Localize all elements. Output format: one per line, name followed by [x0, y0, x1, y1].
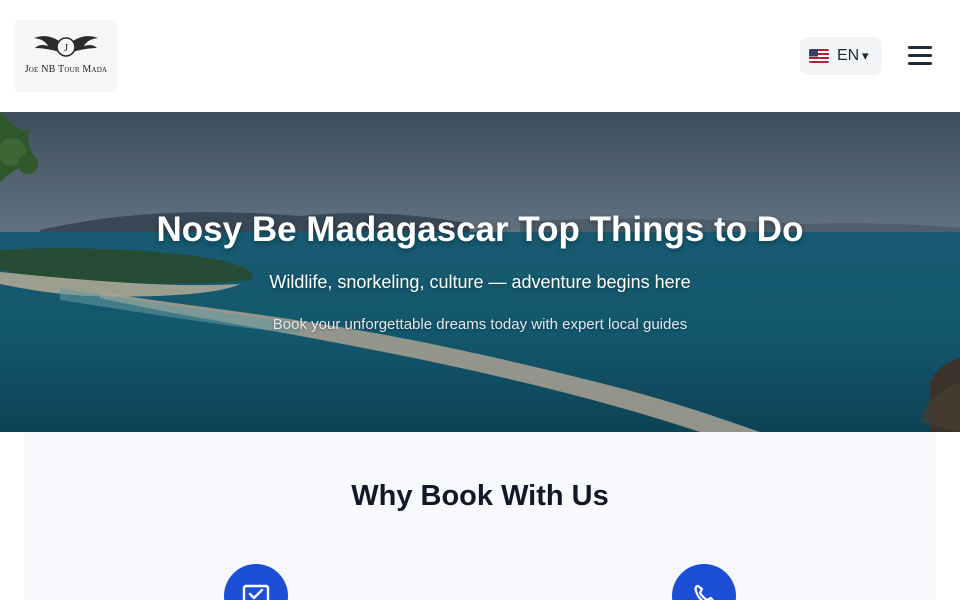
hero-banner: Nosy Be Madagascar Top Things to Do Wild… [0, 112, 960, 432]
us-flag-icon [809, 49, 829, 63]
hero-title: Nosy Be Madagascar Top Things to Do [156, 210, 804, 249]
hamburger-menu-icon[interactable] [906, 44, 934, 68]
section-title: Why Book With Us [351, 480, 609, 512]
hero-tagline: Book your unforgettable dreams today wit… [272, 316, 688, 333]
checklist-icon [224, 564, 288, 600]
language-selector[interactable]: EN ▾ [800, 37, 882, 75]
svg-text:J: J [64, 42, 69, 54]
site-header: J Joe NB Tour Mada EN ▾ [0, 0, 960, 112]
logo-text: Joe NB Tour Mada [24, 64, 108, 75]
chevron-down-icon: ▾ [862, 48, 869, 63]
hero-subtitle: Wildlife, snorkeling, culture — adventur… [269, 272, 691, 292]
winged-emblem-icon: J [34, 36, 98, 57]
site-logo[interactable]: J Joe NB Tour Mada [14, 20, 118, 92]
language-code: EN [837, 47, 860, 64]
why-book-section: Why Book With Us [24, 432, 936, 600]
phone-support-icon [672, 564, 736, 600]
